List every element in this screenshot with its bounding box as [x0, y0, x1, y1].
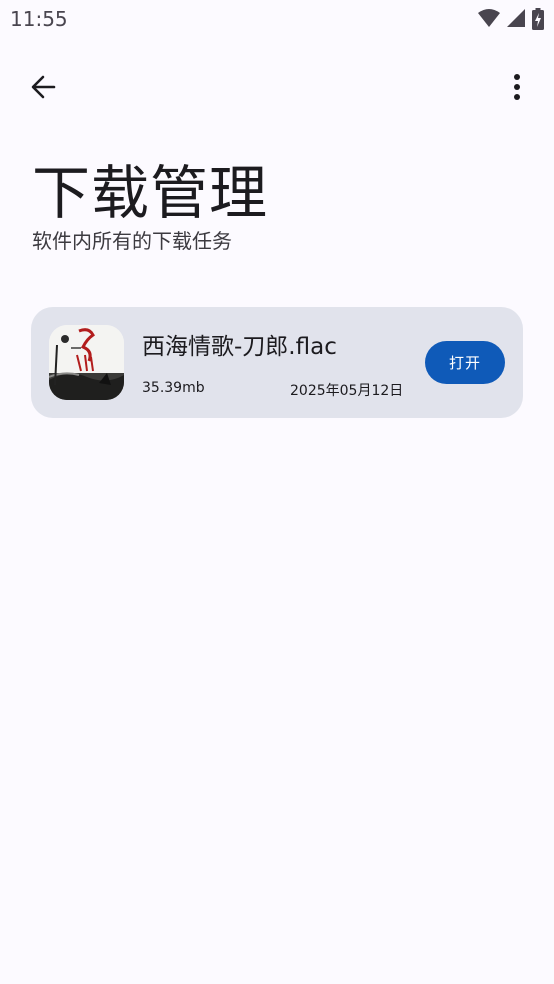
more-options-button[interactable]: [502, 62, 532, 112]
signal-icon: [507, 9, 525, 27]
wifi-icon: [478, 9, 500, 27]
more-vert-icon: [514, 74, 520, 100]
open-button[interactable]: 打开: [425, 341, 505, 384]
file-name: 西海情歌-刀郎.flac: [142, 334, 337, 360]
top-app-bar: [0, 56, 554, 116]
download-item-card[interactable]: 西海情歌-刀郎.flac 35.39mb 2025年05月12日 打开: [31, 307, 523, 418]
status-time: 11:55: [10, 7, 68, 31]
arrow-back-icon: [31, 75, 56, 99]
battery-charging-icon: [532, 8, 544, 30]
file-date: 2025年05月12日: [290, 383, 404, 399]
file-size: 35.39mb: [142, 380, 205, 396]
status-icons: [478, 8, 544, 30]
page-subtitle: 软件内所有的下载任务: [32, 229, 232, 253]
status-bar: 11:55: [0, 0, 554, 40]
page-title: 下载管理: [32, 159, 269, 227]
album-art-image: [49, 325, 124, 400]
back-button[interactable]: [18, 62, 68, 112]
